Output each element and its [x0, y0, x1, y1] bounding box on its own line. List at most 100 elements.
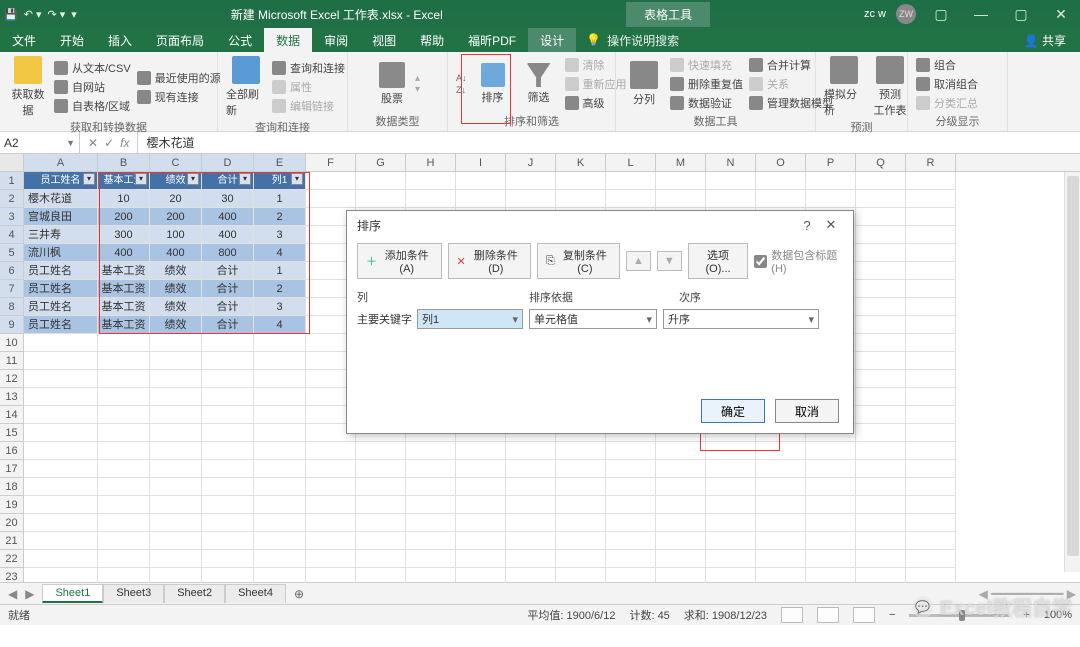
cell[interactable]: [356, 532, 406, 550]
tab-开始[interactable]: 开始: [48, 28, 96, 52]
cell[interactable]: [856, 496, 906, 514]
cell[interactable]: [506, 190, 556, 208]
cell[interactable]: [98, 370, 150, 388]
row-header[interactable]: 19: [0, 496, 24, 514]
cell[interactable]: [906, 514, 956, 532]
cell[interactable]: [556, 460, 606, 478]
cell[interactable]: 基本工资: [98, 298, 150, 316]
tab-福昕PDF[interactable]: 福昕PDF: [456, 28, 528, 52]
cell[interactable]: [254, 496, 306, 514]
cell[interactable]: [756, 442, 806, 460]
cell[interactable]: [856, 478, 906, 496]
cell[interactable]: [306, 550, 356, 568]
cell[interactable]: 基本工资: [98, 280, 150, 298]
row-header[interactable]: 8: [0, 298, 24, 316]
cell[interactable]: 合计: [202, 298, 254, 316]
existing-conn-button[interactable]: 现有连接: [137, 89, 221, 105]
cell[interactable]: [556, 514, 606, 532]
cell[interactable]: [24, 532, 98, 550]
cell[interactable]: [606, 190, 656, 208]
cell[interactable]: [24, 550, 98, 568]
cell[interactable]: [906, 316, 956, 334]
cell[interactable]: [202, 514, 254, 532]
column-header[interactable]: N: [706, 154, 756, 171]
cell[interactable]: [656, 460, 706, 478]
cell[interactable]: [706, 172, 756, 190]
cell[interactable]: [656, 568, 706, 582]
sort-options-button[interactable]: 选项(O)...: [688, 243, 748, 279]
cell[interactable]: [706, 514, 756, 532]
sort-column-select[interactable]: 列1▾: [417, 309, 523, 329]
formula-input[interactable]: 樱木花道: [138, 132, 1080, 153]
move-up-button[interactable]: ▲: [626, 251, 651, 271]
cell[interactable]: [906, 406, 956, 424]
cell[interactable]: [202, 424, 254, 442]
cell[interactable]: [406, 442, 456, 460]
cell[interactable]: [756, 496, 806, 514]
column-header[interactable]: I: [456, 154, 506, 171]
cell[interactable]: [24, 460, 98, 478]
cell[interactable]: [202, 370, 254, 388]
cell[interactable]: [406, 478, 456, 496]
fx-icon[interactable]: fx: [120, 136, 129, 150]
cell[interactable]: 合计: [202, 316, 254, 334]
cell[interactable]: 宫城良田: [24, 208, 98, 226]
cell[interactable]: [556, 190, 606, 208]
cell[interactable]: [906, 550, 956, 568]
save-icon[interactable]: 💾: [4, 8, 18, 21]
cell[interactable]: 10: [98, 190, 150, 208]
page-layout-icon[interactable]: [817, 607, 839, 623]
cell[interactable]: [856, 172, 906, 190]
cell[interactable]: [706, 478, 756, 496]
cell[interactable]: [150, 388, 202, 406]
from-table-button[interactable]: 自表格/区域: [54, 98, 131, 114]
cell[interactable]: [356, 568, 406, 582]
tab-页面布局[interactable]: 页面布局: [144, 28, 216, 52]
cell[interactable]: [254, 424, 306, 442]
cell[interactable]: [254, 532, 306, 550]
cell[interactable]: [656, 190, 706, 208]
cell[interactable]: 樱木花道: [24, 190, 98, 208]
cell[interactable]: [506, 532, 556, 550]
cell[interactable]: 员工姓名: [24, 172, 98, 190]
row-header[interactable]: 6: [0, 262, 24, 280]
cell[interactable]: [606, 442, 656, 460]
stocks-button[interactable]: 股票: [375, 62, 409, 106]
edit-links-button[interactable]: 编辑链接: [272, 98, 345, 114]
sort-by-select[interactable]: 单元格值▾: [529, 309, 657, 329]
cell[interactable]: [906, 442, 956, 460]
cell[interactable]: [150, 424, 202, 442]
cell[interactable]: [306, 478, 356, 496]
cell[interactable]: 绩效: [150, 280, 202, 298]
cell[interactable]: 合计: [202, 262, 254, 280]
cell[interactable]: 员工姓名: [24, 280, 98, 298]
accept-formula-icon[interactable]: ✓: [104, 136, 114, 150]
cell[interactable]: 绩效: [150, 298, 202, 316]
cell[interactable]: [656, 514, 706, 532]
cell[interactable]: [906, 460, 956, 478]
filter-button[interactable]: 筛选: [519, 56, 559, 112]
cancel-formula-icon[interactable]: ✕: [88, 136, 98, 150]
add-condition-button[interactable]: ＋添加条件(A): [357, 243, 442, 279]
cell[interactable]: [856, 568, 906, 582]
row-header[interactable]: 18: [0, 478, 24, 496]
cell[interactable]: [706, 460, 756, 478]
tell-me-search[interactable]: 💡操作说明搜索: [576, 28, 689, 52]
cell[interactable]: [856, 226, 906, 244]
cell[interactable]: [98, 550, 150, 568]
column-header[interactable]: O: [756, 154, 806, 171]
row-header[interactable]: 7: [0, 280, 24, 298]
cell[interactable]: [406, 172, 456, 190]
sheet-tab[interactable]: Sheet3: [103, 584, 164, 603]
name-box[interactable]: A2▼: [0, 132, 80, 153]
cell[interactable]: 员工姓名: [24, 262, 98, 280]
cell[interactable]: [806, 568, 856, 582]
cell[interactable]: [806, 172, 856, 190]
cell[interactable]: 员工姓名: [24, 316, 98, 334]
cell[interactable]: [98, 334, 150, 352]
cell[interactable]: [406, 550, 456, 568]
row-header[interactable]: 21: [0, 532, 24, 550]
cell[interactable]: [306, 496, 356, 514]
cell[interactable]: [506, 460, 556, 478]
row-header[interactable]: 4: [0, 226, 24, 244]
